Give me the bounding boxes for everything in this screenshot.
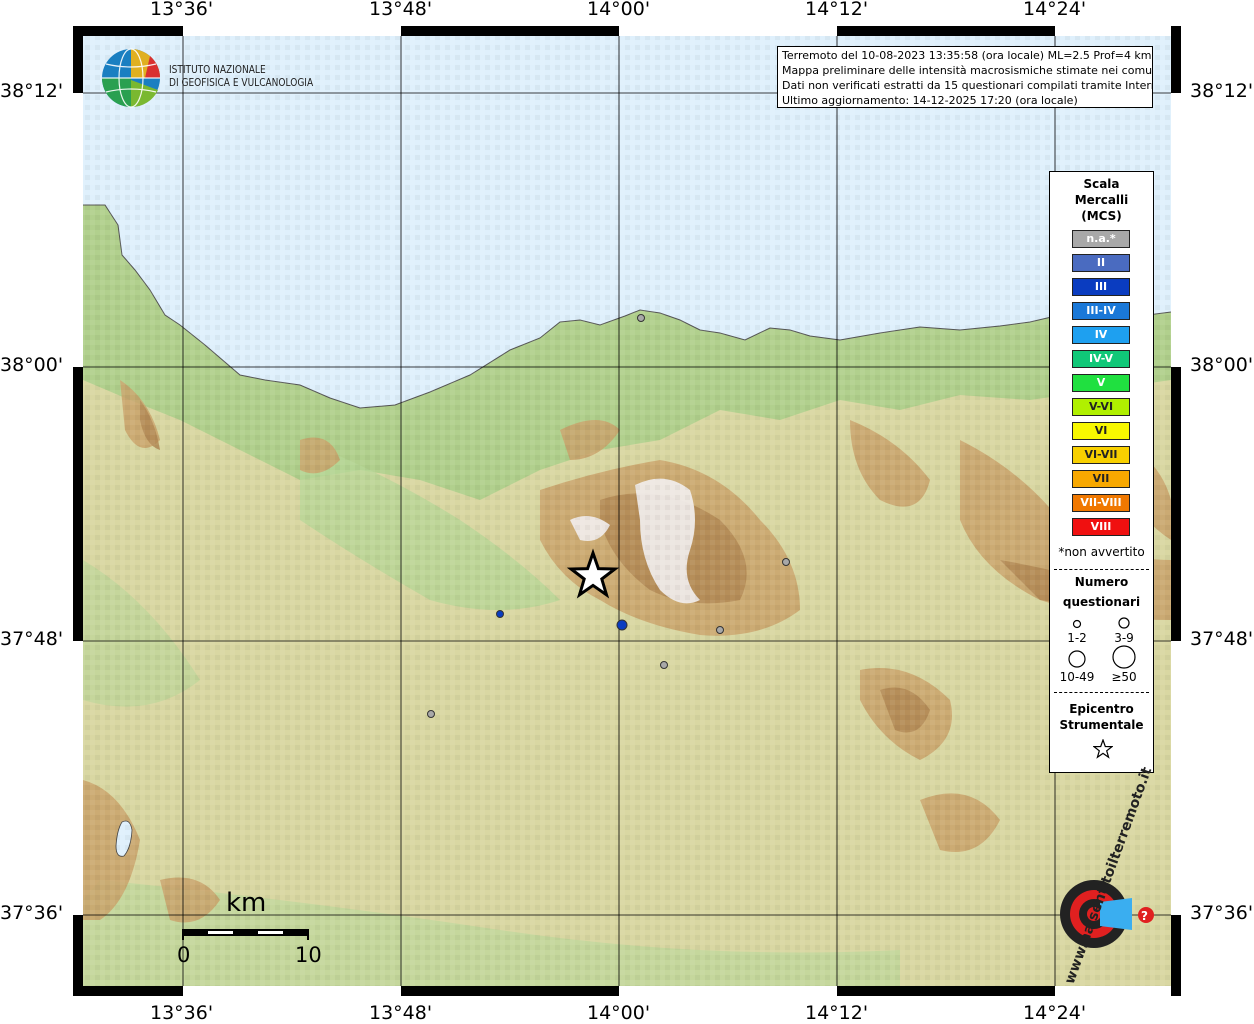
lat-label-left: 37°48' [0, 628, 64, 650]
ingv-logo-icon [102, 48, 161, 108]
mcs-level-box: V [1072, 374, 1130, 392]
mcs-level-box: VI [1072, 422, 1130, 440]
legend-title-2: Mercalli [1074, 193, 1129, 207]
q-label-3-9: 3-9 [1114, 631, 1134, 645]
mcs-level-box: III [1072, 278, 1130, 296]
lon-label-top: 14°24' [1023, 0, 1087, 20]
point-na [427, 710, 435, 718]
info-line-3: Dati non verificati estratti da 15 quest… [782, 79, 1153, 92]
legend-divider [1054, 569, 1149, 570]
legend-title-3: (MCS) [1081, 209, 1122, 223]
not-felt-note: *non avvertito [1058, 545, 1145, 559]
lon-label-bottom: 13°48' [369, 1002, 433, 1024]
scale-start: 0 [177, 943, 191, 967]
questionnaires-title-2: questionari [1062, 595, 1141, 609]
questionnaires-title-1: Numero [1074, 575, 1129, 589]
lat-label-left: 37°36' [0, 902, 64, 924]
mcs-level-box: V-VI [1072, 398, 1130, 416]
epicenter-title-2: Strumentale [1059, 718, 1144, 732]
epicenter-title-1: Epicentro [1069, 702, 1134, 716]
mcs-level-box: II [1072, 254, 1130, 272]
point-iii [496, 610, 504, 618]
lat-label-left: 38°12' [0, 80, 64, 102]
mcs-level-box: IV [1072, 326, 1130, 344]
info-line-1: Terremoto del 10-08-2023 13:35:58 (ora l… [782, 49, 1152, 62]
q-label-1-2: 1-2 [1067, 631, 1087, 645]
point-na [637, 314, 645, 322]
legend-divider [1054, 692, 1149, 693]
mcs-level-box: VIII [1072, 518, 1130, 536]
lat-label-left: 38°00' [0, 354, 64, 376]
mcs-level-box: IV-V [1072, 350, 1130, 368]
lat-label-right: 37°48' [1190, 628, 1254, 650]
point-na [716, 626, 724, 634]
logo-line-1: ISTITUTO NAZIONALE [169, 63, 266, 76]
point-iii [616, 619, 628, 631]
mcs-level-box: III-IV [1072, 302, 1130, 320]
scale-unit: km [226, 888, 267, 918]
scale-end: 10 [295, 943, 322, 967]
info-line-2: Mappa preliminare delle intensità macros… [782, 64, 1153, 77]
mcs-level-box: VI-VII [1072, 446, 1130, 464]
lon-label-bottom: 14°24' [1023, 1002, 1087, 1024]
point-na [660, 661, 668, 669]
mcs-level-box: VII [1072, 470, 1130, 488]
event-info-box: Terremoto del 10-08-2023 13:35:58 (ora l… [777, 46, 1153, 108]
lat-label-right: 37°36' [1190, 902, 1254, 924]
mcs-level-box: n.a.* [1072, 230, 1130, 248]
epicenter-star-icon [1093, 739, 1113, 759]
mcs-level-box: VII-VIII [1072, 494, 1130, 512]
lon-label-top: 14°00' [587, 0, 651, 20]
lon-label-bottom: 13°36' [150, 1002, 214, 1024]
ingv-logo-text: ISTITUTO NAZIONALE DI GEOFISICA E VULCAN… [169, 63, 313, 89]
lon-label-top: 13°36' [150, 0, 214, 20]
lat-label-right: 38°12' [1190, 80, 1254, 102]
lon-label-bottom: 14°00' [587, 1002, 651, 1024]
info-line-4: Ultimo aggiornamento: 14-12-2025 17:20 (… [782, 94, 1078, 107]
legend: Scala Mercalli (MCS) n.a.* II III III-IV IV I… [1049, 171, 1154, 773]
point-na [782, 558, 790, 566]
lat-label-right: 38°00' [1190, 354, 1254, 376]
legend-title-1: Scala [1083, 177, 1120, 191]
lon-label-bottom: 14°12' [805, 1002, 869, 1024]
logo-line-2: DI GEOFISICA E VULCANOLOGIA [169, 76, 314, 89]
lon-label-top: 13°48' [369, 0, 433, 20]
svg-text:?: ? [1141, 909, 1148, 923]
lon-label-top: 14°12' [805, 0, 869, 20]
q-label-50: ≥50 [1111, 670, 1137, 684]
q-label-10-49: 10-49 [1059, 670, 1095, 684]
